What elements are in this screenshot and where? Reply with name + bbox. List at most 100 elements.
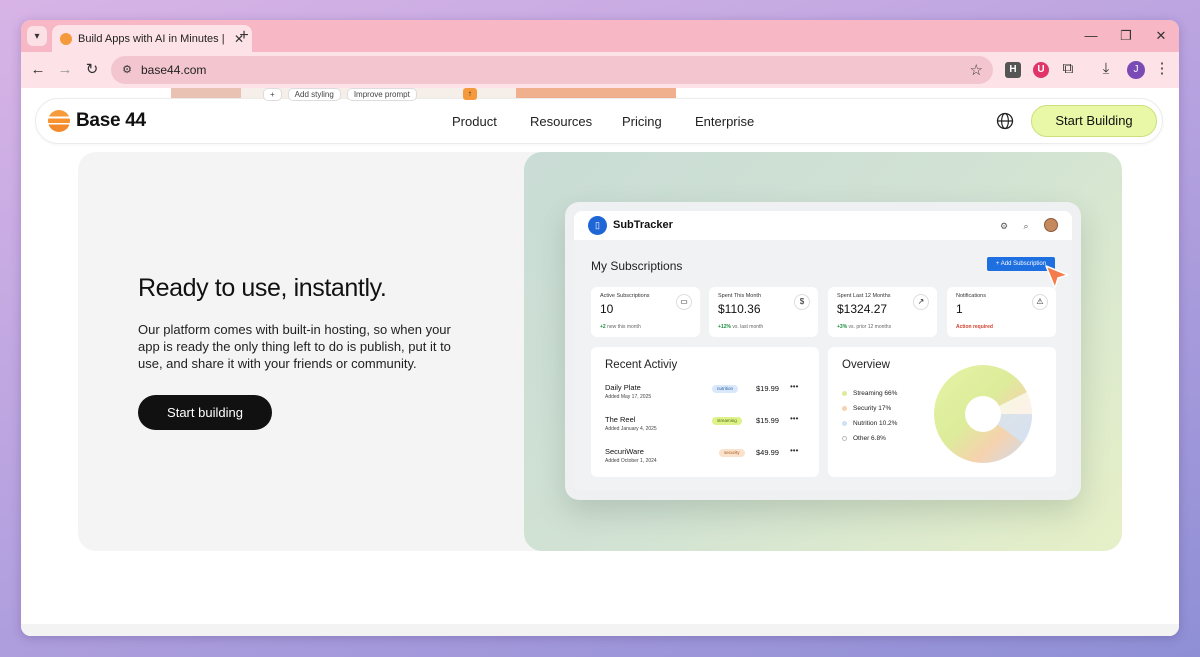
back-arrow-icon[interactable]: ←: [29, 61, 47, 79]
stat-label: Active Subscriptions: [600, 293, 650, 299]
overview-panel: Overview Streaming 66% Security 17% Nutr…: [828, 347, 1056, 477]
hero-section: Ready to use, instantly. Our platform co…: [78, 152, 1122, 551]
stat-card: Notifications 1 Action required ⚠: [947, 287, 1056, 337]
legend-dot: [842, 421, 847, 426]
item-date: Added January 4, 2025: [605, 426, 657, 432]
send-arrow-icon[interactable]: ↑: [462, 88, 477, 100]
category-badge: nutrition: [712, 385, 739, 393]
stat-card: Spent This Month $110.36 +12% vs. last m…: [709, 287, 818, 337]
item-name: SecuriWare: [605, 447, 644, 456]
tab-search-button[interactable]: ▾: [27, 26, 47, 46]
category-badge: security: [719, 449, 745, 457]
app-logo-icon: ▯: [588, 216, 607, 235]
favicon-icon: [60, 32, 72, 45]
stat-value: 10: [600, 302, 614, 316]
nav-enterprise[interactable]: Enterprise: [695, 114, 754, 129]
stat-note: +2 new this month: [600, 324, 641, 330]
stat-label: Notifications: [956, 293, 986, 299]
overview-donut-chart: [934, 365, 1033, 463]
restore-button[interactable]: ❐: [1118, 28, 1134, 44]
legend-dot: [842, 406, 847, 411]
app-page-title: My Subscriptions: [591, 259, 683, 273]
minimize-button[interactable]: —: [1083, 28, 1099, 43]
settings-icon: ⚙: [999, 221, 1009, 231]
download-icon[interactable]: ⤓: [1097, 60, 1115, 78]
new-tab-button[interactable]: +: [235, 27, 253, 45]
stat-label: Spent Last 12 Months: [837, 293, 891, 299]
stat-note: Action required: [956, 324, 993, 330]
item-price: $49.99: [756, 448, 779, 457]
add-styling-chip[interactable]: Add styling: [287, 88, 341, 101]
more-icon: •••: [790, 446, 799, 455]
list-item: Daily Plate Added May 17, 2025 nutrition…: [605, 382, 815, 405]
more-icon: •••: [790, 382, 799, 391]
tab-title: Build Apps with AI in Minutes |: [78, 32, 225, 45]
recent-activity-panel: Recent Activiy Daily Plate Added May 17,…: [591, 347, 819, 477]
item-name: Daily Plate: [605, 383, 641, 392]
stat-card: Active Subscriptions 10 +2 new this mont…: [591, 287, 700, 337]
nav-product[interactable]: Product: [452, 114, 497, 129]
address-bar[interactable]: ⚙ base44.com ☆: [111, 56, 993, 84]
stat-note: +3% vs. prior 12 months: [837, 324, 892, 330]
device-frame: ▯ SubTracker ⚙ ⌕ My Subscriptions + Add …: [565, 202, 1081, 500]
app-showcase: ▯ SubTracker ⚙ ⌕ My Subscriptions + Add …: [524, 152, 1122, 551]
reload-icon[interactable]: ↻: [83, 61, 101, 79]
item-date: Added May 17, 2025: [605, 394, 652, 400]
site-settings-icon[interactable]: ⚙: [119, 62, 135, 78]
legend-item: Nutrition 10.2%: [842, 420, 897, 427]
panel-title: Recent Activiy: [605, 359, 678, 371]
browser-window: ▾ Build Apps with AI in Minutes | ✕ + — …: [21, 20, 1179, 636]
shield-extension-icon[interactable]: U: [1033, 62, 1049, 78]
category-badge: streaming: [712, 417, 742, 425]
extensions-puzzle-icon[interactable]: ⧉: [1059, 60, 1077, 78]
legend-item: Streaming 66%: [842, 390, 897, 397]
legend-dot: [842, 436, 847, 441]
url-text[interactable]: base44.com: [141, 63, 206, 77]
bookmark-star-icon[interactable]: ☆: [970, 61, 983, 79]
legend-item: Security 17%: [842, 405, 891, 412]
legend-dot: [842, 391, 847, 396]
item-price: $15.99: [756, 416, 779, 425]
app-name: SubTracker: [613, 219, 673, 231]
close-window-button[interactable]: ✕: [1153, 28, 1169, 44]
nav-resources[interactable]: Resources: [530, 114, 592, 129]
hero-description: Our platform comes with built-in hosting…: [138, 322, 451, 371]
stat-label: Spent This Month: [718, 293, 762, 299]
panel-title: Overview: [842, 359, 890, 371]
start-building-button[interactable]: Start Building: [1031, 105, 1157, 137]
warning-icon: ⚠: [1032, 294, 1048, 310]
site-header: Base 44 Product Resources Pricing Enterp…: [35, 98, 1163, 144]
item-date: Added October 1, 2024: [605, 458, 657, 464]
list-item: The Reel Added January 4, 2025 streaming…: [605, 414, 815, 437]
globe-icon[interactable]: [996, 112, 1014, 130]
avatar: [1044, 218, 1058, 232]
more-icon: •••: [790, 414, 799, 423]
base44-logo-icon: [48, 110, 70, 132]
web-page: + Add styling Improve prompt ↑ Base 44 P…: [21, 88, 1179, 636]
hero-title: Ready to use, instantly.: [138, 274, 387, 302]
forward-arrow-icon[interactable]: →: [56, 61, 74, 79]
kebab-menu-icon[interactable]: ⋮: [1153, 60, 1171, 78]
browser-toolbar: ← → ↻ ⚙ base44.com ☆ H U ⧉ ⤓ J ⋮: [21, 52, 1179, 88]
h-extension-icon[interactable]: H: [1005, 62, 1021, 78]
logo-text: Base 44: [76, 110, 146, 131]
site-logo[interactable]: Base 44: [48, 110, 146, 132]
stat-value: $110.36: [718, 302, 761, 316]
tab-strip: ▾ Build Apps with AI in Minutes | ✕ + — …: [21, 20, 1179, 52]
chevron-down-icon: ▾: [34, 30, 40, 42]
dollar-icon: $: [794, 294, 810, 310]
stat-value: $1324.27: [837, 302, 888, 316]
hero-start-building-button[interactable]: Start building: [138, 395, 272, 430]
browser-tab[interactable]: Build Apps with AI in Minutes | ✕: [52, 25, 252, 52]
profile-avatar[interactable]: J: [1127, 61, 1145, 79]
item-price: $19.99: [756, 384, 779, 393]
subtracker-app-preview: ▯ SubTracker ⚙ ⌕ My Subscriptions + Add …: [574, 211, 1072, 491]
page-scrollbar[interactable]: [21, 624, 1179, 636]
list-item: SecuriWare Added October 1, 2024 securit…: [605, 446, 815, 469]
nav-pricing[interactable]: Pricing: [622, 114, 662, 129]
trend-up-icon: ↗: [913, 294, 929, 310]
improve-prompt-chip[interactable]: Improve prompt: [346, 88, 417, 101]
card-icon: ▭: [676, 294, 692, 310]
plus-chip[interactable]: +: [263, 88, 282, 101]
legend-item: Other 6.8%: [842, 435, 886, 442]
